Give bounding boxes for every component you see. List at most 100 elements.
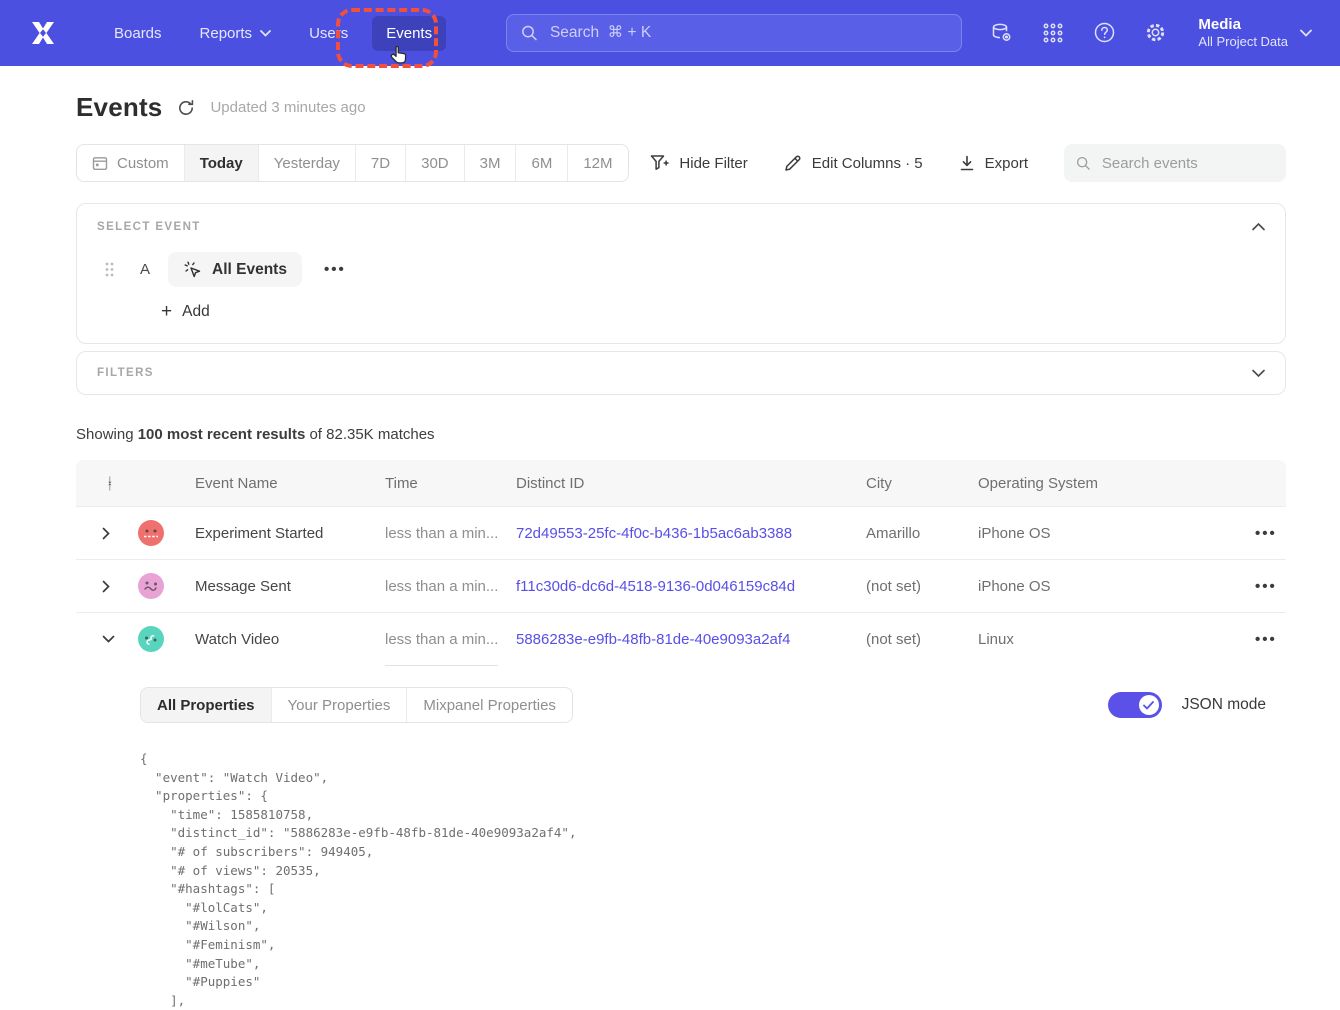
table-row[interactable]: Message Sent less than a min... f11c30d6… [76, 559, 1286, 612]
plus-icon: + [161, 302, 172, 321]
page-title: Events [76, 92, 162, 123]
refresh-button[interactable] [177, 99, 195, 117]
event-avatar [138, 573, 164, 599]
main-content: Events Updated 3 minutes ago Custom Toda… [0, 92, 1340, 1010]
event-selector-chip[interactable]: All Events [168, 252, 302, 287]
nav-item-reports[interactable]: Reports [186, 16, 286, 51]
global-search-input[interactable] [548, 23, 947, 43]
settings-gear-icon[interactable] [1143, 21, 1167, 45]
apps-grid-icon[interactable] [1041, 21, 1065, 45]
results-summary-prefix: Showing [76, 426, 138, 443]
event-time-cell: less than a min... [385, 525, 516, 542]
date-range-custom[interactable]: Custom [77, 145, 184, 181]
project-switcher[interactable]: Media All Project Data [1198, 15, 1312, 51]
help-icon[interactable] [1092, 21, 1116, 45]
event-row-label: A [140, 261, 150, 278]
row-menu-button[interactable]: ••• [1255, 631, 1277, 648]
chevron-down-icon [260, 30, 271, 37]
add-event-button[interactable]: + Add [161, 302, 210, 321]
column-header-distinct-id: Distinct ID [516, 475, 866, 492]
column-header-os: Operating System [978, 475, 1193, 492]
edit-columns-button[interactable]: Edit Columns · 5 [784, 154, 923, 172]
tab-all-properties[interactable]: All Properties [141, 688, 271, 722]
table-header-row: ↓ ↑ Event Name Time Distinct ID City Ope… [76, 460, 1286, 506]
event-name-cell: Watch Video [195, 631, 385, 648]
date-range-label: Yesterday [274, 155, 340, 172]
event-json-view: { "event": "Watch Video", "properties": … [140, 750, 1266, 1010]
event-detail-panel: All Properties Your Properties Mixpanel … [76, 665, 1286, 1010]
arrow-up-glyph: ↑ [107, 483, 113, 490]
filters-title: FILTERS [97, 367, 154, 379]
hide-filter-label: Hide Filter [679, 155, 747, 172]
pencil-icon [784, 154, 802, 172]
os-cell: Linux [978, 631, 1193, 648]
column-header-event-name: Event Name [195, 475, 385, 492]
nav-item-boards[interactable]: Boards [100, 16, 176, 51]
select-event-panel: SELECT EVENT A All Events [76, 203, 1286, 344]
table-row[interactable]: Experiment Started less than a min... 72… [76, 506, 1286, 559]
event-cursor-icon [183, 260, 202, 279]
filters-panel[interactable]: FILTERS [76, 351, 1286, 395]
export-button[interactable]: Export [959, 155, 1028, 172]
chevron-down-icon [1252, 369, 1265, 377]
distinct-id-link[interactable]: f11c30d6-dc6d-4518-9136-0d046159c84d [516, 578, 866, 595]
date-range-today[interactable]: Today [184, 145, 258, 181]
date-range-label: Custom [117, 155, 169, 172]
expand-row-button[interactable] [102, 580, 120, 593]
nav-item-users[interactable]: Users [295, 16, 362, 51]
tab-mixpanel-properties[interactable]: Mixpanel Properties [406, 688, 572, 722]
expand-row-button[interactable] [102, 527, 120, 540]
os-cell: iPhone OS [978, 525, 1193, 542]
nav-item-label: Users [309, 25, 348, 42]
date-range-7d[interactable]: 7D [355, 145, 405, 181]
date-range-3m[interactable]: 3M [464, 145, 516, 181]
hide-filter-button[interactable]: Hide Filter [650, 154, 747, 172]
topbar-actions: Media All Project Data [990, 15, 1312, 51]
event-name-cell: Experiment Started [195, 525, 385, 542]
nav-item-events[interactable]: Events [372, 16, 446, 51]
chevron-down-icon [1300, 29, 1312, 37]
event-row-menu-button[interactable]: ••• [324, 261, 346, 278]
project-scope: All Project Data [1198, 34, 1288, 51]
event-name-cell: Message Sent [195, 578, 385, 595]
table-row-expanded[interactable]: Watch Video less than a min... 5886283e-… [76, 612, 1286, 665]
collapse-row-button[interactable] [102, 635, 120, 643]
project-switcher-text: Media All Project Data [1198, 15, 1288, 51]
search-events-box[interactable] [1064, 144, 1286, 182]
properties-tabs: All Properties Your Properties Mixpanel … [140, 687, 573, 723]
date-range-label: 7D [371, 155, 390, 172]
data-management-icon[interactable] [990, 21, 1014, 45]
expand-filters-button[interactable] [1252, 369, 1265, 377]
chevron-right-icon [102, 580, 110, 593]
distinct-id-link[interactable]: 5886283e-e9fb-48fb-81de-40e9093a2af4 [516, 631, 866, 648]
calendar-icon [92, 155, 108, 171]
date-range-12m[interactable]: 12M [567, 145, 627, 181]
os-cell: iPhone OS [978, 578, 1193, 595]
tab-your-properties[interactable]: Your Properties [271, 688, 407, 722]
json-mode-toggle[interactable] [1108, 692, 1162, 718]
project-name: Media [1198, 15, 1288, 35]
global-search[interactable] [506, 14, 962, 52]
download-icon [959, 155, 975, 172]
collapse-panel-button[interactable] [1252, 223, 1265, 231]
nav-item-label: Reports [200, 25, 253, 42]
row-menu-button[interactable]: ••• [1255, 578, 1277, 595]
search-events-input[interactable] [1100, 154, 1274, 173]
collapse-all-rows-icon[interactable]: ↓ ↑ [100, 476, 120, 490]
date-range-30d[interactable]: 30D [405, 145, 464, 181]
events-table: ↓ ↑ Event Name Time Distinct ID City Ope… [76, 460, 1286, 1010]
distinct-id-link[interactable]: 72d49553-25fc-4f0c-b436-1b5ac6ab3388 [516, 525, 866, 542]
row-menu-button[interactable]: ••• [1255, 525, 1277, 542]
filter-icon [650, 154, 669, 172]
date-range-6m[interactable]: 6M [515, 145, 567, 181]
date-range-label: 6M [531, 155, 552, 172]
city-cell: Amarillo [866, 525, 978, 542]
drag-handle[interactable] [105, 262, 114, 277]
selected-event-name: All Events [212, 261, 287, 279]
event-avatar [138, 520, 164, 546]
nav-item-label: Events [386, 25, 432, 42]
mixpanel-logo[interactable] [28, 18, 58, 48]
date-range-yesterday[interactable]: Yesterday [258, 145, 355, 181]
top-navigation-bar: Boards Reports Users Events [0, 0, 1340, 66]
results-summary-count: 100 most recent results [138, 426, 306, 443]
